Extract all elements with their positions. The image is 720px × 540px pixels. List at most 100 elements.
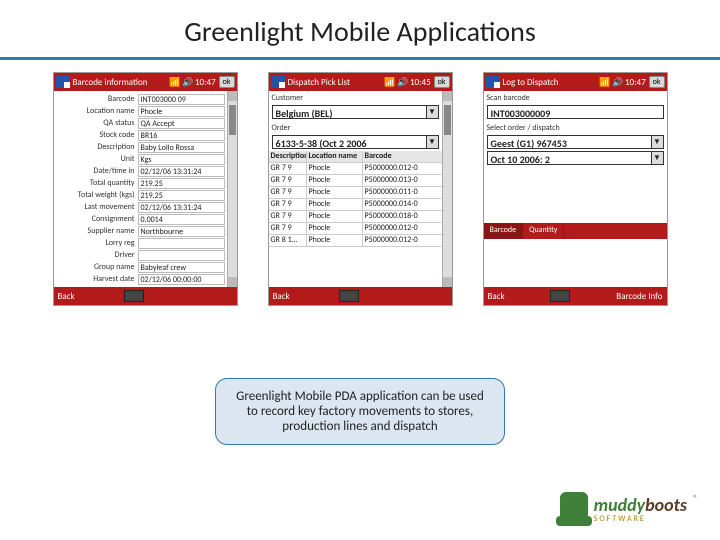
- grid-row[interactable]: GR 7 9PhocleP5000000.012-0: [269, 163, 442, 175]
- signal-icon: 📶: [169, 77, 179, 87]
- field-label: Total quantity: [56, 178, 138, 188]
- form-row: Stock codeBR16: [56, 129, 225, 141]
- field-value: [138, 238, 225, 249]
- field-value: INT003000 09: [138, 94, 225, 105]
- chevron-down-icon[interactable]: ▼: [652, 151, 664, 165]
- keyboard-icon[interactable]: [124, 290, 144, 302]
- ok-button[interactable]: ok: [219, 76, 235, 88]
- field-label: Total weight (kgs): [56, 190, 138, 200]
- field-value: 219.25: [138, 178, 225, 189]
- field-value: 02/12/06 13:31:24: [138, 202, 225, 213]
- field-label: Lorry reg: [56, 238, 138, 248]
- customer-dropdown[interactable]: Belgium (BEL)▼: [272, 105, 439, 119]
- titlebar: Barcode information 📶 🔊 10:47 ok: [54, 73, 237, 91]
- tab-quantity[interactable]: Quantity: [523, 223, 564, 239]
- chevron-down-icon[interactable]: ▼: [427, 105, 439, 119]
- signal-icon: 📶: [599, 77, 609, 87]
- scan-input[interactable]: INT003000009: [487, 105, 664, 119]
- select-order-label: Select order / dispatch: [484, 121, 667, 135]
- field-label: Date/time in: [56, 166, 138, 176]
- back-button[interactable]: Back: [488, 291, 505, 302]
- field-value: Babyleaf crew: [138, 262, 225, 273]
- slide-title: Greenlight Mobile Applications: [0, 0, 720, 55]
- form-row: Date/time in02/12/06 13:31:24: [56, 165, 225, 177]
- grid-row[interactable]: GR 7 9PhocleP5000000.018-0: [269, 211, 442, 223]
- boot-icon: [560, 492, 588, 526]
- field-label: Group name: [56, 262, 138, 272]
- grid-row[interactable]: GR 7 9PhocleP5000000.011-0: [269, 187, 442, 199]
- bottom-bar: Back: [54, 287, 237, 305]
- form-row: QA statusQA Accept: [56, 117, 225, 129]
- form-row: Last movement02/12/06 13:31:24: [56, 201, 225, 213]
- field-label: Last movement: [56, 202, 138, 212]
- form-row: Consignment0.0014: [56, 213, 225, 225]
- clock: 10:47: [625, 77, 646, 88]
- callout-text: Greenlight Mobile PDA application can be…: [215, 378, 505, 445]
- field-value: BR16: [138, 130, 225, 141]
- field-value: Kgs: [138, 154, 225, 165]
- window-title: Dispatch Pick List: [288, 77, 381, 88]
- chevron-down-icon[interactable]: ▼: [427, 135, 439, 149]
- order-dropdown[interactable]: 6133-5-38 (Oct 2 2006▼: [272, 135, 439, 149]
- form-row: Total weight (kgs)219.25: [56, 189, 225, 201]
- form-row: Lorry reg: [56, 237, 225, 249]
- window-title: Barcode information: [73, 77, 166, 88]
- barcode-info-button[interactable]: Barcode Info: [616, 291, 662, 302]
- field-label: Harvest date: [56, 274, 138, 284]
- clock: 10:47: [195, 77, 216, 88]
- pda-barcode-info: Barcode information 📶 🔊 10:47 ok Barcode…: [53, 72, 238, 306]
- start-flag-icon[interactable]: [486, 76, 500, 88]
- bottom-bar: Back Barcode Info: [484, 287, 667, 305]
- grid-row[interactable]: GR 7 9PhocleP5000000.014-0: [269, 199, 442, 211]
- signal-icon: 📶: [384, 77, 394, 87]
- clock: 10:45: [410, 77, 431, 88]
- ok-button[interactable]: ok: [434, 76, 450, 88]
- scrollbar[interactable]: [442, 91, 452, 287]
- back-button[interactable]: Back: [58, 291, 75, 302]
- form-row: UnitKgs: [56, 153, 225, 165]
- field-label: Supplier name: [56, 226, 138, 236]
- form-row: Driver: [56, 249, 225, 261]
- tab-barcode[interactable]: Barcode: [484, 223, 524, 239]
- form-row: Location namePhocle: [56, 105, 225, 117]
- start-flag-icon[interactable]: [271, 76, 285, 88]
- field-value: QA Accept: [138, 118, 225, 129]
- field-value: Baby Lollo Rossa: [138, 142, 225, 153]
- field-label: QA status: [56, 118, 138, 128]
- grid-row[interactable]: GR 7 9PhocleP5000000.013-0: [269, 175, 442, 187]
- keyboard-icon[interactable]: [550, 290, 570, 302]
- field-value: 02/12/06 00:00:00: [138, 274, 225, 285]
- field-value: 0.0014: [138, 214, 225, 225]
- window-title: Log to Dispatch: [503, 77, 596, 88]
- field-label: Unit: [56, 154, 138, 164]
- speaker-icon: 🔊: [397, 77, 407, 87]
- form-row: Group nameBabyleaf crew: [56, 261, 225, 273]
- form-row: DescriptionBaby Lollo Rossa: [56, 141, 225, 153]
- form-row: Total quantity219.25: [56, 177, 225, 189]
- grid-row[interactable]: GR 8 1…PhocleP5000000.012-0: [269, 235, 442, 247]
- scrollbar[interactable]: [227, 91, 237, 287]
- scan-label: Scan barcode: [484, 91, 667, 105]
- field-value: 219.25: [138, 190, 225, 201]
- speaker-icon: 🔊: [182, 77, 192, 87]
- order-dropdown[interactable]: Geest (G1) 967453▼: [487, 135, 664, 149]
- muddyboots-logo: muddyboots SOFTWARE ®: [560, 492, 698, 526]
- field-value: 02/12/06 13:31:24: [138, 166, 225, 177]
- grid-row[interactable]: GR 7 9PhocleP5000000.012-0: [269, 223, 442, 235]
- ok-button[interactable]: ok: [649, 76, 665, 88]
- field-value: [138, 250, 225, 261]
- tab-bar: Barcode Quantity: [484, 223, 667, 239]
- bottom-bar: Back: [269, 287, 452, 305]
- titlebar: Dispatch Pick List 📶 🔊 10:45 ok: [269, 73, 452, 91]
- chevron-down-icon[interactable]: ▼: [652, 135, 664, 149]
- date-dropdown[interactable]: Oct 10 2006: 2▼: [487, 151, 664, 165]
- field-label: Consignment: [56, 214, 138, 224]
- title-rule: [0, 57, 720, 60]
- field-value: Northbourne: [138, 226, 225, 237]
- back-button[interactable]: Back: [273, 291, 290, 302]
- form-row: Harvest date02/12/06 00:00:00: [56, 273, 225, 285]
- grid-header: DescriptionLocation nameBarcode: [269, 151, 442, 163]
- start-flag-icon[interactable]: [56, 76, 70, 88]
- keyboard-icon[interactable]: [339, 290, 359, 302]
- form-row: BarcodeINT003000 09: [56, 93, 225, 105]
